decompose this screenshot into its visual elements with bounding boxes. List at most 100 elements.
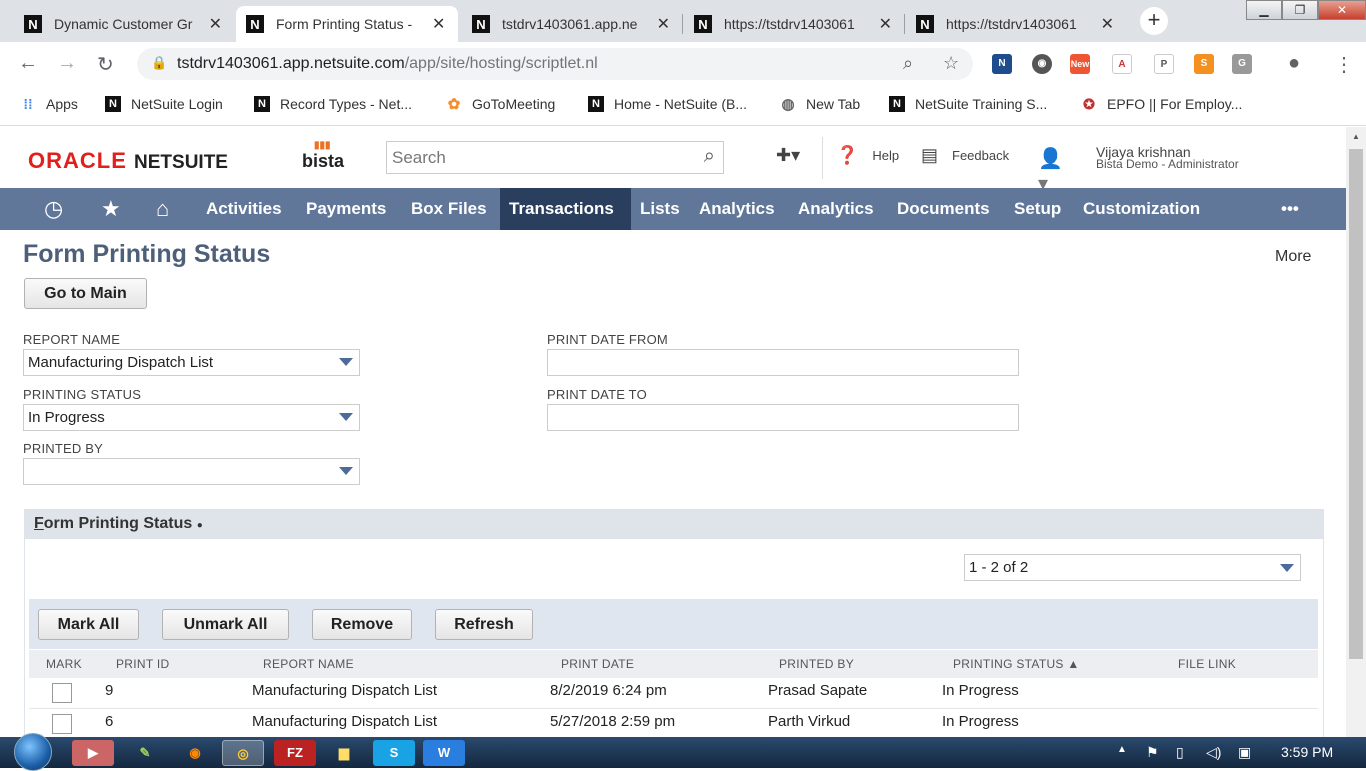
- battery-icon[interactable]: ▯: [1176, 744, 1184, 761]
- address-bar[interactable]: 🔒 tstdrv1403061.app.netsuite.com/app/sit…: [137, 48, 973, 80]
- page-range-select[interactable]: 1 - 2 of 2: [964, 554, 1301, 581]
- nav-lists[interactable]: Lists: [631, 188, 689, 230]
- col-file-link[interactable]: FILE LINK: [1178, 657, 1236, 671]
- shortcuts-star-icon[interactable]: ★: [101, 188, 121, 230]
- pdf-extension-icon[interactable]: A: [1112, 54, 1132, 74]
- print-date-to-input[interactable]: [547, 404, 1019, 431]
- back-arrow-icon[interactable]: ←: [18, 52, 38, 75]
- create-new-menu[interactable]: ✚▾: [776, 145, 814, 166]
- zoom-search-icon[interactable]: ⌕: [903, 53, 913, 74]
- firefox-icon[interactable]: ◉: [174, 740, 216, 766]
- global-search-input[interactable]: Search ⌕: [386, 141, 724, 174]
- user-menu[interactable]: Vijaya krishnan Bista Demo - Administrat…: [1096, 145, 1239, 170]
- go-to-main-button[interactable]: Go to Main: [24, 278, 147, 309]
- avatar[interactable]: 👤▾: [1038, 146, 1072, 195]
- network-icon[interactable]: ▣: [1238, 744, 1251, 761]
- start-button-icon[interactable]: [14, 733, 52, 771]
- col-printed-by[interactable]: PRINTED BY: [779, 657, 854, 671]
- close-tab-icon[interactable]: ✕: [432, 14, 445, 34]
- page-scrollbar[interactable]: ▲: [1346, 127, 1366, 737]
- scroll-thumb[interactable]: [1349, 149, 1363, 659]
- bookmark-star-icon[interactable]: ☆: [943, 53, 959, 74]
- sticky-notes-icon[interactable]: ✎: [124, 740, 166, 766]
- feedback-link[interactable]: ▤ Feedback: [921, 145, 1009, 166]
- skype-icon[interactable]: S: [373, 740, 415, 766]
- nav-payments[interactable]: Payments: [297, 188, 395, 230]
- report-name-select[interactable]: Manufacturing Dispatch List: [23, 349, 360, 376]
- home-icon[interactable]: ⌂: [156, 188, 169, 230]
- scroll-up-arrow-icon[interactable]: ▲: [1346, 127, 1366, 147]
- more-link[interactable]: More: [1275, 248, 1311, 266]
- bookmark-apps[interactable]: ⁞⁞ Apps: [20, 96, 78, 112]
- nav-analytics-2[interactable]: Analytics: [789, 188, 883, 230]
- refresh-button[interactable]: Refresh: [435, 609, 533, 640]
- browser-tab[interactable]: N Dynamic Customer Gr ✕: [14, 6, 232, 42]
- pdf-save-extension-icon[interactable]: P: [1154, 54, 1174, 74]
- bookmark-new-tab[interactable]: ◍ New Tab: [780, 96, 860, 113]
- col-mark[interactable]: MARK: [46, 657, 82, 671]
- menu-kebab-icon[interactable]: ⋮: [1334, 52, 1354, 77]
- new-tab-plus-icon[interactable]: +: [1140, 7, 1168, 35]
- nav-activities[interactable]: Activities: [197, 188, 291, 230]
- close-tab-icon[interactable]: ✕: [1101, 14, 1114, 34]
- tab-label: orm Printing Status: [43, 515, 193, 532]
- printed-by-select[interactable]: [23, 458, 360, 485]
- g-extension-icon[interactable]: G: [1232, 54, 1252, 74]
- nav-transactions[interactable]: Transactions: [500, 188, 631, 230]
- minimize-icon[interactable]: ▁: [1246, 0, 1282, 20]
- col-print-id[interactable]: PRINT ID: [116, 657, 170, 671]
- file-explorer-icon[interactable]: ▆: [323, 740, 365, 766]
- close-window-icon[interactable]: ✕: [1318, 0, 1366, 20]
- nav-setup[interactable]: Setup: [1005, 188, 1070, 230]
- action-center-flag-icon[interactable]: ⚑: [1146, 744, 1159, 761]
- browser-tab[interactable]: N https://tstdrv1403061 ✕: [684, 6, 902, 42]
- nav-documents[interactable]: Documents: [888, 188, 999, 230]
- incognito-extension-icon[interactable]: ◉: [1032, 54, 1052, 74]
- volume-icon[interactable]: ◁): [1206, 744, 1221, 761]
- browser-tab[interactable]: N https://tstdrv1403061 ✕: [906, 6, 1124, 42]
- tab-form-printing-status[interactable]: Form Printing Status ●: [24, 509, 246, 539]
- nav-customization[interactable]: Customization: [1074, 188, 1209, 230]
- print-date-from-input[interactable]: [547, 349, 1019, 376]
- unmark-all-button[interactable]: Unmark All: [162, 609, 289, 640]
- bookmark-netsuite-training[interactable]: N NetSuite Training S...: [889, 96, 1047, 112]
- browser-tab[interactable]: N tstdrv1403061.app.ne ✕: [462, 6, 680, 42]
- search-icon[interactable]: ⌕: [704, 145, 715, 168]
- mark-all-button[interactable]: Mark All: [38, 609, 139, 640]
- nav-overflow-icon[interactable]: •••: [1272, 188, 1308, 230]
- chrome-icon[interactable]: ◎: [222, 740, 264, 766]
- remove-button[interactable]: Remove: [312, 609, 412, 640]
- bookmark-record-types[interactable]: N Record Types - Net...: [254, 96, 412, 112]
- printing-status-select[interactable]: In Progress: [23, 404, 360, 431]
- col-printing-status[interactable]: PRINTING STATUS ▲: [953, 657, 1080, 671]
- nav-box-files[interactable]: Box Files: [402, 188, 496, 230]
- profile-icon[interactable]: ●: [1288, 52, 1300, 75]
- bookmark-home-netsuite[interactable]: N Home - NetSuite (B...: [588, 96, 747, 112]
- close-tab-icon[interactable]: ✕: [657, 14, 670, 34]
- tray-expand-icon[interactable]: ▲: [1117, 744, 1127, 755]
- news-extension-icon[interactable]: N: [992, 54, 1012, 74]
- forward-arrow-icon[interactable]: →: [57, 52, 77, 75]
- oracle-netsuite-logo[interactable]: ORACLE NETSUITE: [28, 148, 228, 174]
- bookmark-netsuite-login[interactable]: N NetSuite Login: [105, 96, 223, 112]
- browser-tab-active[interactable]: N Form Printing Status - ✕: [236, 6, 458, 42]
- mark-checkbox[interactable]: [52, 714, 72, 734]
- extension-icon[interactable]: S: [1194, 54, 1214, 74]
- help-link[interactable]: ❓ Help: [836, 145, 899, 166]
- recent-records-icon[interactable]: ◷: [44, 188, 63, 230]
- bookmark-gotomeeting[interactable]: ✿ GoToMeeting: [446, 96, 556, 113]
- reload-icon[interactable]: ↻: [97, 52, 114, 77]
- close-tab-icon[interactable]: ✕: [209, 14, 222, 34]
- col-print-date[interactable]: PRINT DATE: [561, 657, 634, 671]
- app-icon[interactable]: W: [423, 740, 465, 766]
- maximize-icon[interactable]: ❐: [1282, 0, 1318, 20]
- taskbar-clock[interactable]: 3:59 PM: [1281, 744, 1333, 760]
- col-report-name[interactable]: REPORT NAME: [263, 657, 354, 671]
- bookmark-epfo[interactable]: ✪ EPFO || For Employ...: [1081, 96, 1242, 113]
- extension-icon[interactable]: New: [1070, 54, 1090, 74]
- media-player-icon[interactable]: ▶: [72, 740, 114, 766]
- mark-checkbox[interactable]: [52, 683, 72, 703]
- filezilla-icon[interactable]: FZ: [274, 740, 316, 766]
- close-tab-icon[interactable]: ✕: [879, 14, 892, 34]
- nav-analytics[interactable]: Analytics: [690, 188, 784, 230]
